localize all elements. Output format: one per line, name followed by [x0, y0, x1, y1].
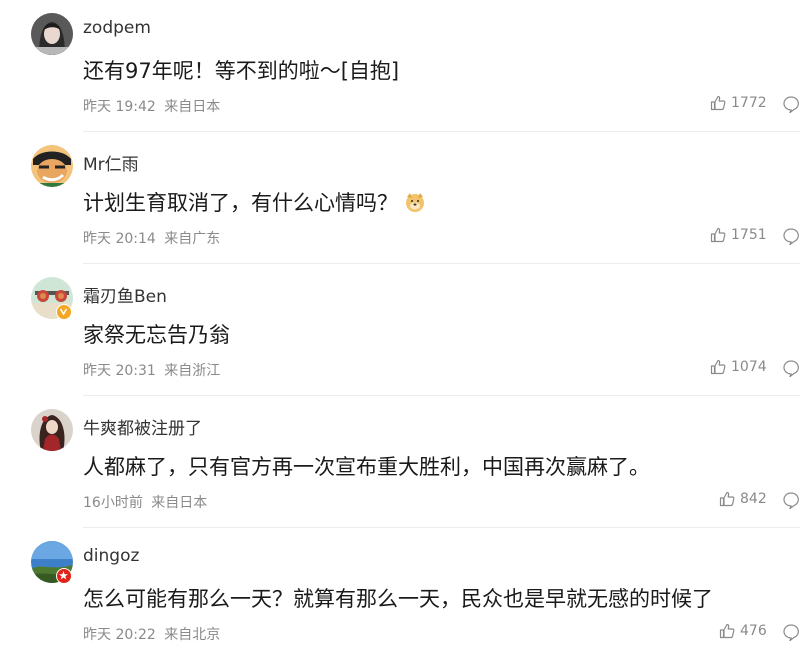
comment-text-content: 计划生育取消了，有什么心情吗？ — [83, 191, 398, 215]
comment-meta: 昨天 20:14 来自广东 — [83, 228, 220, 248]
username[interactable]: dingoz — [83, 546, 139, 566]
like-count: 1751 — [731, 227, 767, 243]
username[interactable]: 牛爽都被注册了 — [83, 414, 202, 439]
comment-meta: 昨天 20:31 来自浙江 — [83, 360, 220, 380]
comment-item: 牛爽都被注册了 人都麻了，只有官方再一次宣布重大胜利，中国再次赢麻了。 16小时… — [0, 396, 800, 528]
reply-button[interactable] — [782, 95, 800, 117]
like-count: 1772 — [731, 95, 767, 111]
thumbs-up-icon — [710, 359, 726, 375]
comment-text: 计划生育取消了，有什么心情吗？ — [83, 187, 426, 217]
comment-text: 家祭无忘告乃翁 — [83, 323, 230, 347]
user-avatar[interactable] — [31, 409, 73, 451]
comment-item: zodpem 还有97年呢！等不到的啦～[自抱] 昨天 19:42 来自日本 1… — [0, 0, 800, 132]
like-button[interactable]: 1074 — [710, 359, 767, 375]
comment-location: 来自浙江 — [164, 363, 221, 379]
doge-emoji-icon — [406, 193, 424, 212]
user-avatar[interactable] — [31, 13, 73, 55]
comment-time: 昨天 20:14 — [83, 231, 156, 247]
comment-location: 来自广东 — [164, 231, 221, 247]
red-star-badge — [56, 568, 72, 584]
comment-item: dingoz 怎么可能有那么一天？就算有那么一天，民众也是早就无感的时候了 昨天… — [0, 528, 800, 660]
username[interactable]: 霜刃鱼Ben — [83, 282, 167, 307]
reply-button[interactable] — [782, 359, 800, 381]
like-button[interactable]: 476 — [719, 623, 767, 639]
comment-time: 昨天 20:22 — [83, 627, 156, 643]
like-count: 476 — [740, 623, 767, 639]
comment-meta: 昨天 20:22 来自北京 — [83, 624, 220, 644]
username[interactable]: zodpem — [83, 18, 151, 38]
comment-bubble-icon — [783, 492, 799, 511]
comment-bubble-icon — [783, 96, 799, 115]
comment-item: Mr仁雨 计划生育取消了，有什么心情吗？ 昨天 20:14 来自广东 1751 — [0, 132, 800, 264]
comment-item: 霜刃鱼Ben 家祭无忘告乃翁 昨天 20:31 来自浙江 1074 — [0, 264, 800, 396]
comment-meta: 昨天 19:42 来自日本 — [83, 96, 220, 116]
comment-text: 人都麻了，只有官方再一次宣布重大胜利，中国再次赢麻了。 — [83, 455, 650, 479]
comment-text: 怎么可能有那么一天？就算有那么一天，民众也是早就无感的时候了 — [83, 587, 713, 611]
like-button[interactable]: 842 — [719, 491, 767, 507]
comment-bubble-icon — [783, 360, 799, 379]
thumbs-up-icon — [710, 95, 726, 111]
comment-bubble-icon — [783, 624, 799, 643]
like-count: 842 — [740, 491, 767, 507]
reply-button[interactable] — [782, 623, 800, 645]
verified-v-badge — [56, 304, 72, 320]
comment-time: 昨天 20:31 — [83, 363, 156, 379]
comment-text: 还有97年呢！等不到的啦～[自抱] — [83, 59, 400, 83]
comment-location: 来自日本 — [164, 99, 221, 115]
comment-bubble-icon — [783, 228, 799, 247]
comment-meta: 16小时前 来自日本 — [83, 492, 207, 512]
reply-button[interactable] — [782, 227, 800, 249]
user-avatar[interactable] — [31, 145, 73, 187]
thumbs-up-icon — [719, 623, 735, 639]
comment-time: 16小时前 — [83, 495, 143, 511]
comment-time: 昨天 19:42 — [83, 99, 156, 115]
comment-location: 来自日本 — [151, 495, 208, 511]
like-button[interactable]: 1751 — [710, 227, 767, 243]
like-count: 1074 — [731, 359, 767, 375]
reply-button[interactable] — [782, 491, 800, 513]
comment-location: 来自北京 — [164, 627, 221, 643]
like-button[interactable]: 1772 — [710, 95, 767, 111]
thumbs-up-icon — [710, 227, 726, 243]
thumbs-up-icon — [719, 491, 735, 507]
username[interactable]: Mr仁雨 — [83, 150, 139, 175]
